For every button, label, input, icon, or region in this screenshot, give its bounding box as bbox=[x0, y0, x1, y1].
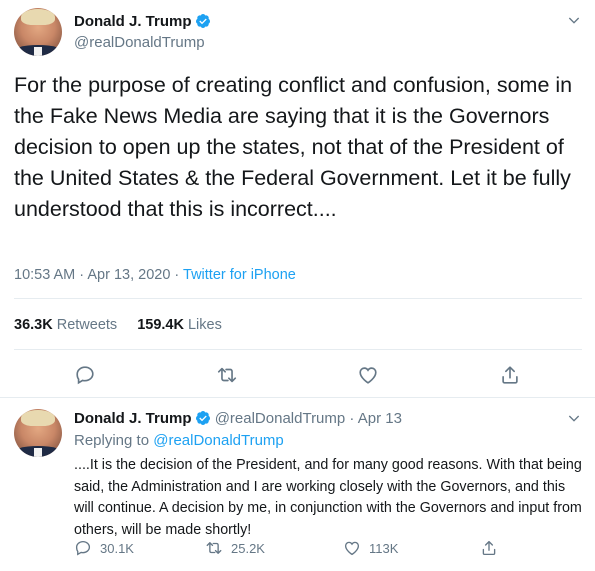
like-icon bbox=[359, 367, 377, 384]
like-icon bbox=[344, 541, 360, 556]
likes-stat[interactable]: 159.4K Likes bbox=[137, 317, 222, 333]
reply-avatar[interactable] bbox=[14, 409, 62, 457]
replying-to-link[interactable]: @realDonaldTrump bbox=[153, 432, 284, 449]
tweet-text: For the purpose of creating conflict and… bbox=[14, 73, 573, 221]
reply-share-button[interactable] bbox=[480, 538, 506, 558]
share-button[interactable] bbox=[499, 364, 521, 386]
like-button[interactable] bbox=[357, 364, 379, 386]
avatar[interactable] bbox=[14, 8, 62, 56]
reply-count: 30.1K bbox=[100, 540, 134, 556]
author-name-line[interactable]: Donald J. Trump bbox=[74, 13, 211, 30]
tweet-metadata: 10:53 AM · Apr 13, 2020 · Twitter for iP… bbox=[14, 267, 296, 283]
author-handle[interactable]: @realDonaldTrump bbox=[74, 34, 205, 51]
author-name[interactable]: Donald J. Trump bbox=[74, 13, 192, 30]
chevron-down-icon[interactable] bbox=[566, 12, 582, 28]
verified-badge-icon bbox=[195, 14, 210, 28]
like-count: 113K bbox=[369, 540, 399, 556]
reply-author-name[interactable]: Donald J. Trump bbox=[74, 410, 192, 427]
divider bbox=[14, 298, 582, 299]
likes-count: 159.4K bbox=[137, 317, 184, 333]
reply-handle-date[interactable]: @realDonaldTrump · Apr 13 bbox=[215, 410, 402, 427]
engagement-stats: 36.3K Retweets 159.4K Likes bbox=[14, 317, 222, 333]
reply-like-button[interactable]: 113K bbox=[343, 538, 398, 558]
reply-text: ....It is the decision of the President,… bbox=[74, 457, 582, 538]
reply-reply-button[interactable]: 30.1K bbox=[74, 538, 134, 558]
replying-to: Replying to @realDonaldTrump bbox=[74, 432, 284, 449]
reply-retweet-button[interactable]: 25.2K bbox=[205, 538, 265, 558]
reply-button[interactable] bbox=[74, 364, 96, 386]
verified-badge-icon bbox=[195, 411, 210, 425]
replying-prefix: Replying to bbox=[74, 432, 154, 449]
divider bbox=[14, 349, 582, 350]
chevron-down-icon[interactable] bbox=[566, 410, 582, 426]
retweet-icon bbox=[206, 542, 222, 554]
retweet-button[interactable] bbox=[216, 364, 238, 386]
retweet-icon bbox=[217, 367, 237, 383]
retweets-count: 36.3K bbox=[14, 317, 53, 333]
retweets-stat[interactable]: 36.3K Retweets bbox=[14, 317, 117, 333]
retweets-label: Retweets bbox=[56, 317, 118, 333]
reply-icon bbox=[76, 366, 94, 385]
share-icon bbox=[482, 540, 496, 556]
share-icon bbox=[502, 366, 518, 384]
retweet-count: 25.2K bbox=[231, 540, 265, 556]
reply-icon bbox=[75, 540, 91, 556]
source-link[interactable]: Twitter for iPhone bbox=[183, 267, 296, 283]
likes-label: Likes bbox=[187, 317, 222, 333]
reply-author-line: Donald J. Trump @realDonaldTrump · Apr 1… bbox=[74, 410, 402, 427]
main-tweet: Donald J. Trump @realDonaldTrump For the… bbox=[0, 0, 595, 398]
timestamp[interactable]: 10:53 AM · Apr 13, 2020 · bbox=[14, 267, 183, 283]
